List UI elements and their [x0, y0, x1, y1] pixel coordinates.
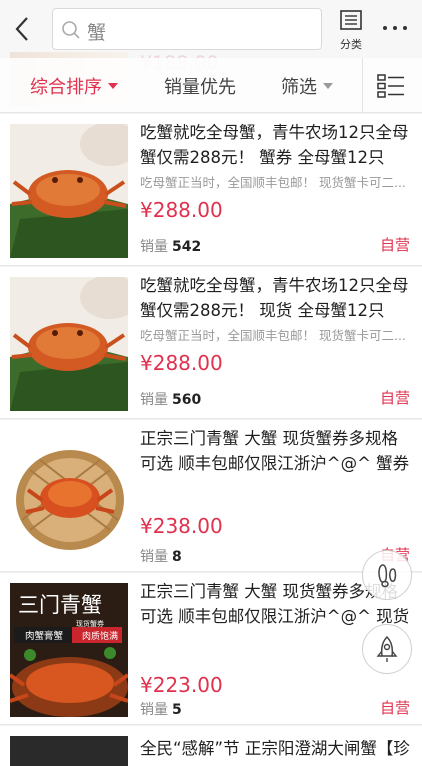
list-view-icon — [377, 74, 404, 98]
product-card[interactable]: 正宗三门青蟹 大蟹 现货蟹券多规格可选 顺丰包邮仅限江浙沪^@^ 蟹券 ¥238… — [0, 420, 422, 572]
product-image — [10, 124, 128, 258]
sales-count: 542 — [172, 239, 202, 255]
search-input[interactable]: 蟹 — [52, 8, 322, 50]
category-label: 分类 — [340, 38, 362, 51]
sales-count: 5 — [172, 702, 182, 718]
product-image — [10, 277, 128, 411]
back-button[interactable] — [8, 12, 38, 46]
product-subtitle: 吃母蟹正当时，全国顺丰包邮！ 现货蟹卡可二... — [140, 328, 406, 343]
product-image — [10, 736, 128, 766]
dot-icon — [393, 26, 397, 30]
rocket-icon — [376, 635, 398, 662]
more-options-button[interactable] — [380, 16, 410, 40]
product-title: 吃蟹就吃全母蟹，青牛农场12只全母蟹仅需288元！ 蟹券 全母蟹12只 — [140, 123, 409, 167]
product-title: 吃蟹就吃全母蟹，青牛农场12只全母蟹仅需288元！ 现货 全母蟹12只 — [140, 276, 409, 320]
thumb-title: 三门青蟹 — [18, 593, 102, 617]
product-card[interactable]: 吃蟹就吃全母蟹，青牛农场12只全母蟹仅需288元！ 现货 全母蟹12只 吃母蟹正… — [0, 267, 422, 419]
product-price: ¥238.00 — [140, 514, 223, 538]
product-price: ¥288.00 — [140, 198, 223, 222]
self-operated-badge: 自营 — [380, 699, 411, 717]
sales-count: 8 — [172, 549, 182, 565]
self-operated-badge: 自营 — [380, 236, 411, 254]
product-card[interactable]: 全民“感解”节 正宗阳澄湖大闸蟹【珍 — [0, 726, 422, 766]
category-button[interactable]: 分类 — [334, 8, 368, 52]
tab-label: 综合排序 — [30, 77, 102, 98]
sales-label: 销量 — [140, 549, 168, 565]
self-operated-badge: 自营 — [380, 389, 411, 407]
thumb-tag: 肉质饱满 — [82, 632, 119, 642]
tab-label: 销量优先 — [164, 77, 236, 98]
product-card[interactable]: 吃蟹就吃全母蟹，青牛农场12只全母蟹仅需288元！ 蟹券 全母蟹12只 吃母蟹正… — [0, 114, 422, 266]
product-title: 全民“感解”节 正宗阳澄湖大闸蟹【珍 — [140, 739, 410, 758]
thumb-tag: 肉蟹膏蟹 — [24, 631, 63, 642]
product-title: 正宗三门青蟹 大蟹 现货蟹券多规格可选 顺丰包邮仅限江浙沪^@^ 蟹券 — [140, 429, 410, 473]
sales-label: 销量 — [140, 239, 168, 255]
product-subtitle: 吃母蟹正当时，全国顺丰包邮！ 现货蟹卡可二... — [140, 175, 406, 190]
thumb-tag: 现货蟹券 — [76, 620, 104, 628]
sales-label: 销量 — [140, 702, 168, 718]
tab-sales-first[interactable]: 销量优先 — [164, 73, 236, 99]
product-sales: 销量 560 — [140, 389, 201, 409]
sales-label: 销量 — [140, 392, 168, 408]
product-image: 三门青蟹 肉蟹膏蟹 现货蟹券 肉质饱满 — [10, 583, 128, 717]
search-icon — [62, 21, 80, 39]
back-to-top-button[interactable] — [362, 624, 412, 674]
divider — [362, 58, 363, 113]
product-sales: 销量 542 — [140, 236, 201, 256]
tab-label: 筛选 — [281, 77, 317, 98]
caret-down-icon — [323, 83, 333, 89]
dot-icon — [383, 26, 387, 30]
footprint-icon — [378, 564, 397, 588]
product-price: ¥223.00 — [140, 673, 223, 697]
tab-comprehensive-sort[interactable]: 综合排序 — [30, 73, 118, 99]
dot-icon — [403, 26, 407, 30]
product-sales: 销量 8 — [140, 546, 182, 566]
search-query: 蟹 — [87, 22, 107, 44]
product-image — [10, 430, 128, 564]
sort-tabs: 综合排序 销量优先 筛选 — [0, 58, 422, 113]
product-card[interactable]: 三门青蟹 肉蟹膏蟹 现货蟹券 肉质饱满 正宗三门青蟹 大蟹 现货蟹券多规格可选 … — [0, 573, 422, 725]
tab-filter[interactable]: 筛选 — [281, 73, 333, 99]
product-sales: 销量 5 — [140, 699, 182, 719]
caret-down-icon — [108, 83, 118, 89]
product-price: ¥288.00 — [140, 351, 223, 375]
footprint-button[interactable] — [362, 550, 412, 600]
chevron-left-icon — [15, 17, 28, 41]
sales-count: 560 — [172, 392, 202, 408]
category-list-icon — [340, 10, 362, 30]
top-bar: 蟹 分类 — [0, 0, 422, 58]
list-view-toggle[interactable] — [376, 74, 406, 98]
